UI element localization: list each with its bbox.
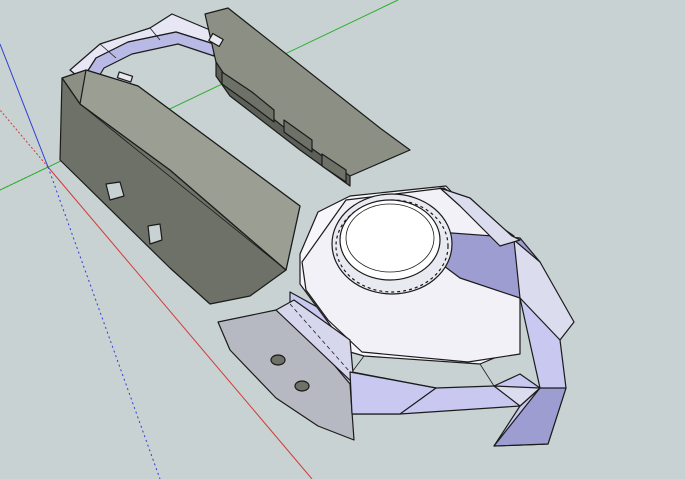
- red-axis-dotted: [0, 109, 49, 168]
- dial-face: [339, 199, 441, 281]
- flange-hole-2: [294, 380, 310, 392]
- dial[interactable]: [331, 193, 453, 295]
- sketchup-viewport[interactable]: [0, 0, 685, 479]
- housing-edge-2: [351, 355, 365, 373]
- flange-hole-1: [270, 354, 286, 366]
- model-canvas[interactable]: [0, 0, 685, 479]
- housing-edge-3: [479, 363, 495, 387]
- blue-axis: [0, 43, 49, 168]
- left-panel-notch-2: [147, 223, 163, 245]
